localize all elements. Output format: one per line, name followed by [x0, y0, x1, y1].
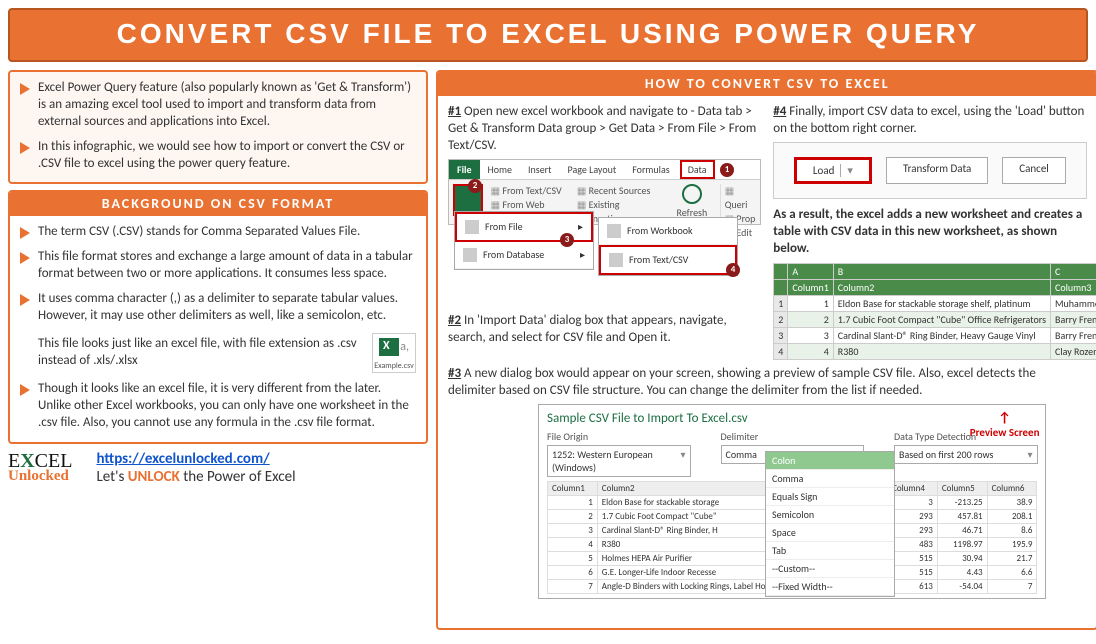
- background-panel: BACKGROUND ON CSV FORMAT The term CSV (.…: [8, 190, 428, 443]
- transform-data-button[interactable]: Transform Data: [886, 157, 988, 184]
- tab-page-layout[interactable]: Page Layout: [560, 160, 625, 179]
- intro-panel: Excel Power Query feature (also popularl…: [8, 70, 428, 184]
- bullet-icon: [20, 227, 30, 239]
- intro-text-1: Excel Power Query feature (also popularl…: [38, 80, 416, 131]
- bg-text-3: It uses comma character (,) as a delimit…: [38, 291, 416, 325]
- background-header: BACKGROUND ON CSV FORMAT: [10, 192, 426, 216]
- badge-1: 1: [720, 163, 734, 177]
- ribbon-from-text-csv[interactable]: From Text/CSV: [491, 184, 562, 197]
- delimiter-dropdown[interactable]: ColonCommaEquals SignSemicolonSpaceTab--…: [765, 451, 895, 597]
- bullet-icon: [20, 252, 30, 264]
- menu-from-database[interactable]: From Database▸: [455, 242, 593, 269]
- intro-text-2: In this infographic, we would see how to…: [38, 139, 416, 173]
- badge-3: 3: [560, 233, 574, 247]
- brand-logo: EXCEL Unlocked: [8, 452, 72, 484]
- preview-annotation: Preview Screen: [970, 409, 1040, 439]
- preview-title: Sample CSV File to Import To Excel.csv: [547, 411, 1037, 426]
- bullet-icon: [20, 384, 30, 396]
- bullet-icon: [20, 294, 30, 306]
- tab-file[interactable]: File: [449, 160, 480, 179]
- page-title: CONVERT CSV FILE TO EXCEL USING POWER QU…: [8, 8, 1088, 62]
- step-1: #1 Open new excel workbook and navigate …: [448, 104, 761, 155]
- bg-text-1: The term CSV (.CSV) stands for Comma Sep…: [38, 224, 360, 241]
- result-table: ABC Column1Column2Column3 11Eldon Base f…: [773, 263, 1096, 360]
- detection-select[interactable]: Based on first 200 rows: [894, 445, 1038, 464]
- file-origin-label: File Origin: [547, 430, 691, 443]
- fromfile-submenu: From Workbook From Text/CSV: [598, 217, 738, 276]
- bullet-icon: [20, 142, 30, 154]
- tab-formulas[interactable]: Formulas: [624, 160, 677, 179]
- tab-insert[interactable]: Insert: [520, 160, 560, 179]
- load-button[interactable]: Load: [794, 157, 872, 184]
- bg-text-4: Though it looks like an excel file, it i…: [38, 381, 416, 432]
- bullet-icon: [20, 83, 30, 95]
- badge-2: 2: [468, 179, 482, 193]
- csv-file-icon: Xa, Example.csv: [372, 333, 416, 373]
- tab-data[interactable]: Data: [680, 160, 715, 179]
- ribbon-screenshot: File Home Insert Page Layout Formulas Da…: [448, 159, 761, 307]
- bg-text-2: This file format stores and exchange a l…: [38, 249, 416, 283]
- step-4: #4 Finally, import CSV data to excel, us…: [773, 104, 1086, 138]
- cancel-button[interactable]: Cancel: [1002, 157, 1066, 184]
- file-origin-select[interactable]: 1252: Western European (Windows): [547, 445, 691, 477]
- result-note: As a result, the excel adds a new worksh…: [773, 207, 1086, 258]
- delimiter-label: Delimiter: [721, 430, 865, 443]
- ribbon-from-web[interactable]: From Web: [491, 198, 545, 211]
- step-3: #3 A new dialog box would appear on your…: [448, 366, 1086, 400]
- site-link[interactable]: https://excelunlocked.com/: [96, 450, 269, 468]
- bg-note: This file looks just like an excel file,…: [38, 336, 364, 370]
- ribbon-recent-sources[interactable]: Recent Sources: [577, 184, 651, 197]
- ribbon-queries[interactable]: Queri: [725, 184, 748, 211]
- howto-header: HOW TO CONVERT CSV TO EXCEL: [438, 72, 1096, 96]
- tab-home[interactable]: Home: [480, 160, 520, 179]
- step-2: #2 In 'Import Data' dialog box that appe…: [448, 313, 761, 347]
- tagline: Let's UNLOCK the Power of Excel: [96, 468, 295, 486]
- footer: EXCEL Unlocked https://excelunlocked.com…: [8, 450, 428, 486]
- submenu-from-text-csv[interactable]: From Text/CSV: [599, 245, 737, 275]
- preview-dialog: Preview Screen Sample CSV File to Import…: [538, 404, 1046, 599]
- submenu-from-workbook[interactable]: From Workbook: [599, 218, 737, 245]
- load-panel: Load Transform Data Cancel: [773, 142, 1086, 199]
- badge-4: 4: [726, 263, 740, 277]
- howto-panel: HOW TO CONVERT CSV TO EXCEL #1 Open new …: [436, 70, 1096, 630]
